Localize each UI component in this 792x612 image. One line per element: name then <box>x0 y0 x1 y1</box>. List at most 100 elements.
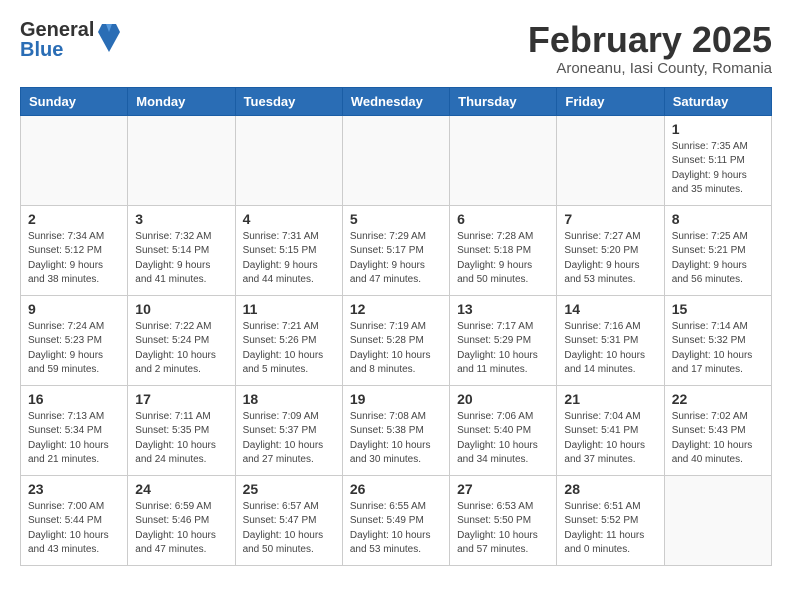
calendar-cell: 13 Sunrise: 7:17 AM Sunset: 5:29 PM Dayli… <box>450 295 557 385</box>
day-number: 13 <box>457 301 549 317</box>
day-info: Sunrise: 7:13 AM Sunset: 5:34 PM Dayligh… <box>28 410 120 468</box>
day-info: Sunrise: 6:53 AM Sunset: 5:50 PM Dayligh… <box>457 500 549 558</box>
calendar-cell: 28Sunrise: 6:51 AM Sunset: 5:52 PM Dayli… <box>557 475 664 565</box>
calendar-cell: 6 Sunrise: 7:28 AM Sunset: 5:18 PM Daylig… <box>450 205 557 295</box>
day-info: Sunrise: 7:00 AM Sunset: 5:44 PM Dayligh… <box>28 500 120 558</box>
day-info: Sunrise: 7:31 AM Sunset: 5:15 PM Dayligh… <box>243 230 335 288</box>
calendar-cell: 27 Sunrise: 6:53 AM Sunset: 5:50 PM Dayli… <box>450 475 557 565</box>
day-info: Sunrise: 7:32 AM Sunset: 5:14 PM Dayligh… <box>135 230 227 288</box>
column-header-friday: Friday <box>557 87 664 115</box>
day-number: 3 <box>135 211 227 227</box>
day-info: Sunrise: 6:55 AM Sunset: 5:49 PM Dayligh… <box>350 500 442 558</box>
day-info: Sunrise: 7:06 AM Sunset: 5:40 PM Dayligh… <box>457 410 549 468</box>
day-info: Sunrise: 7:35 AM Sunset: 5:11 PM Dayligh… <box>672 140 764 198</box>
day-number: 6 <box>457 211 549 227</box>
calendar-cell: 8 Sunrise: 7:25 AM Sunset: 5:21 PM Daylig… <box>664 205 771 295</box>
week-row-4: 16 Sunrise: 7:13 AM Sunset: 5:34 PM Dayli… <box>21 385 772 475</box>
day-number: 20 <box>457 391 549 407</box>
title-section: February 2025 Aroneanu, Iasi County, Rom… <box>528 20 772 77</box>
day-number: 2 <box>28 211 120 227</box>
column-header-wednesday: Wednesday <box>342 87 449 115</box>
day-number: 19 <box>350 391 442 407</box>
day-info: Sunrise: 7:24 AM Sunset: 5:23 PM Dayligh… <box>28 320 120 378</box>
calendar-cell: 22 Sunrise: 7:02 AM Sunset: 5:43 PM Dayli… <box>664 385 771 475</box>
column-header-monday: Monday <box>128 87 235 115</box>
logo-blue-text: Blue <box>20 40 94 60</box>
day-info: Sunrise: 7:17 AM Sunset: 5:29 PM Dayligh… <box>457 320 549 378</box>
column-header-thursday: Thursday <box>450 87 557 115</box>
month-title: February 2025 <box>528 20 772 60</box>
day-info: Sunrise: 7:02 AM Sunset: 5:43 PM Dayligh… <box>672 410 764 468</box>
day-number: 21 <box>564 391 656 407</box>
day-number: 22 <box>672 391 764 407</box>
calendar-cell: 19 Sunrise: 7:08 AM Sunset: 5:38 PM Dayli… <box>342 385 449 475</box>
calendar-cell: 26 Sunrise: 6:55 AM Sunset: 5:49 PM Dayli… <box>342 475 449 565</box>
day-number: 23 <box>28 481 120 497</box>
calendar-cell: 16 Sunrise: 7:13 AM Sunset: 5:34 PM Dayli… <box>21 385 128 475</box>
calendar-cell: 25Sunrise: 6:57 AM Sunset: 5:47 PM Dayli… <box>235 475 342 565</box>
day-number: 12 <box>350 301 442 317</box>
calendar-cell: 11 Sunrise: 7:21 AM Sunset: 5:26 PM Dayli… <box>235 295 342 385</box>
day-number: 28 <box>564 481 656 497</box>
day-number: 15 <box>672 301 764 317</box>
day-info: Sunrise: 7:34 AM Sunset: 5:12 PM Dayligh… <box>28 230 120 288</box>
calendar-cell: 9Sunrise: 7:24 AM Sunset: 5:23 PM Daylig… <box>21 295 128 385</box>
day-number: 7 <box>564 211 656 227</box>
calendar-cell: 20 Sunrise: 7:06 AM Sunset: 5:40 PM Dayli… <box>450 385 557 475</box>
day-info: Sunrise: 7:21 AM Sunset: 5:26 PM Dayligh… <box>243 320 335 378</box>
calendar-cell <box>21 115 128 205</box>
week-row-2: 2 Sunrise: 7:34 AM Sunset: 5:12 PM Daylig… <box>21 205 772 295</box>
calendar-cell: 21 Sunrise: 7:04 AM Sunset: 5:41 PM Dayli… <box>557 385 664 475</box>
day-info: Sunrise: 7:04 AM Sunset: 5:41 PM Dayligh… <box>564 410 656 468</box>
calendar-cell <box>664 475 771 565</box>
calendar-cell: 7Sunrise: 7:27 AM Sunset: 5:20 PM Daylig… <box>557 205 664 295</box>
day-number: 1 <box>672 121 764 137</box>
calendar-cell: 2 Sunrise: 7:34 AM Sunset: 5:12 PM Daylig… <box>21 205 128 295</box>
day-number: 4 <box>243 211 335 227</box>
calendar-cell <box>557 115 664 205</box>
day-number: 8 <box>672 211 764 227</box>
week-row-3: 9Sunrise: 7:24 AM Sunset: 5:23 PM Daylig… <box>21 295 772 385</box>
day-number: 24 <box>135 481 227 497</box>
calendar-cell <box>342 115 449 205</box>
day-info: Sunrise: 7:08 AM Sunset: 5:38 PM Dayligh… <box>350 410 442 468</box>
calendar-cell: 17 Sunrise: 7:11 AM Sunset: 5:35 PM Dayli… <box>128 385 235 475</box>
day-info: Sunrise: 7:14 AM Sunset: 5:32 PM Dayligh… <box>672 320 764 378</box>
day-info: Sunrise: 7:19 AM Sunset: 5:28 PM Dayligh… <box>350 320 442 378</box>
day-info: Sunrise: 7:29 AM Sunset: 5:17 PM Dayligh… <box>350 230 442 288</box>
location-subtitle: Aroneanu, Iasi County, Romania <box>528 60 772 77</box>
page-header: General Blue February 2025 Aroneanu, Ias… <box>20 20 772 77</box>
week-row-1: 1 Sunrise: 7:35 AM Sunset: 5:11 PM Daylig… <box>21 115 772 205</box>
calendar-table: SundayMondayTuesdayWednesdayThursdayFrid… <box>20 87 772 566</box>
day-info: Sunrise: 6:57 AM Sunset: 5:47 PM Dayligh… <box>243 500 335 558</box>
day-number: 5 <box>350 211 442 227</box>
calendar-cell: 12 Sunrise: 7:19 AM Sunset: 5:28 PM Dayli… <box>342 295 449 385</box>
calendar-cell <box>235 115 342 205</box>
day-info: Sunrise: 7:16 AM Sunset: 5:31 PM Dayligh… <box>564 320 656 378</box>
day-number: 27 <box>457 481 549 497</box>
day-number: 11 <box>243 301 335 317</box>
day-info: Sunrise: 7:11 AM Sunset: 5:35 PM Dayligh… <box>135 410 227 468</box>
day-info: Sunrise: 6:59 AM Sunset: 5:46 PM Dayligh… <box>135 500 227 558</box>
day-info: Sunrise: 7:09 AM Sunset: 5:37 PM Dayligh… <box>243 410 335 468</box>
logo-icon <box>98 24 120 52</box>
day-number: 14 <box>564 301 656 317</box>
day-number: 16 <box>28 391 120 407</box>
day-number: 17 <box>135 391 227 407</box>
calendar-cell: 14 Sunrise: 7:16 AM Sunset: 5:31 PM Dayli… <box>557 295 664 385</box>
day-info: Sunrise: 7:25 AM Sunset: 5:21 PM Dayligh… <box>672 230 764 288</box>
calendar-cell: 23 Sunrise: 7:00 AM Sunset: 5:44 PM Dayli… <box>21 475 128 565</box>
calendar-cell: 1 Sunrise: 7:35 AM Sunset: 5:11 PM Daylig… <box>664 115 771 205</box>
week-row-5: 23 Sunrise: 7:00 AM Sunset: 5:44 PM Dayli… <box>21 475 772 565</box>
calendar-cell <box>450 115 557 205</box>
day-number: 26 <box>350 481 442 497</box>
calendar-cell <box>128 115 235 205</box>
calendar-cell: 15 Sunrise: 7:14 AM Sunset: 5:32 PM Dayli… <box>664 295 771 385</box>
logo: General Blue <box>20 20 120 60</box>
calendar-cell: 10Sunrise: 7:22 AM Sunset: 5:24 PM Dayli… <box>128 295 235 385</box>
calendar-cell: 3 Sunrise: 7:32 AM Sunset: 5:14 PM Daylig… <box>128 205 235 295</box>
day-info: Sunrise: 7:28 AM Sunset: 5:18 PM Dayligh… <box>457 230 549 288</box>
calendar-cell: 18Sunrise: 7:09 AM Sunset: 5:37 PM Dayli… <box>235 385 342 475</box>
day-number: 10 <box>135 301 227 317</box>
column-header-sunday: Sunday <box>21 87 128 115</box>
